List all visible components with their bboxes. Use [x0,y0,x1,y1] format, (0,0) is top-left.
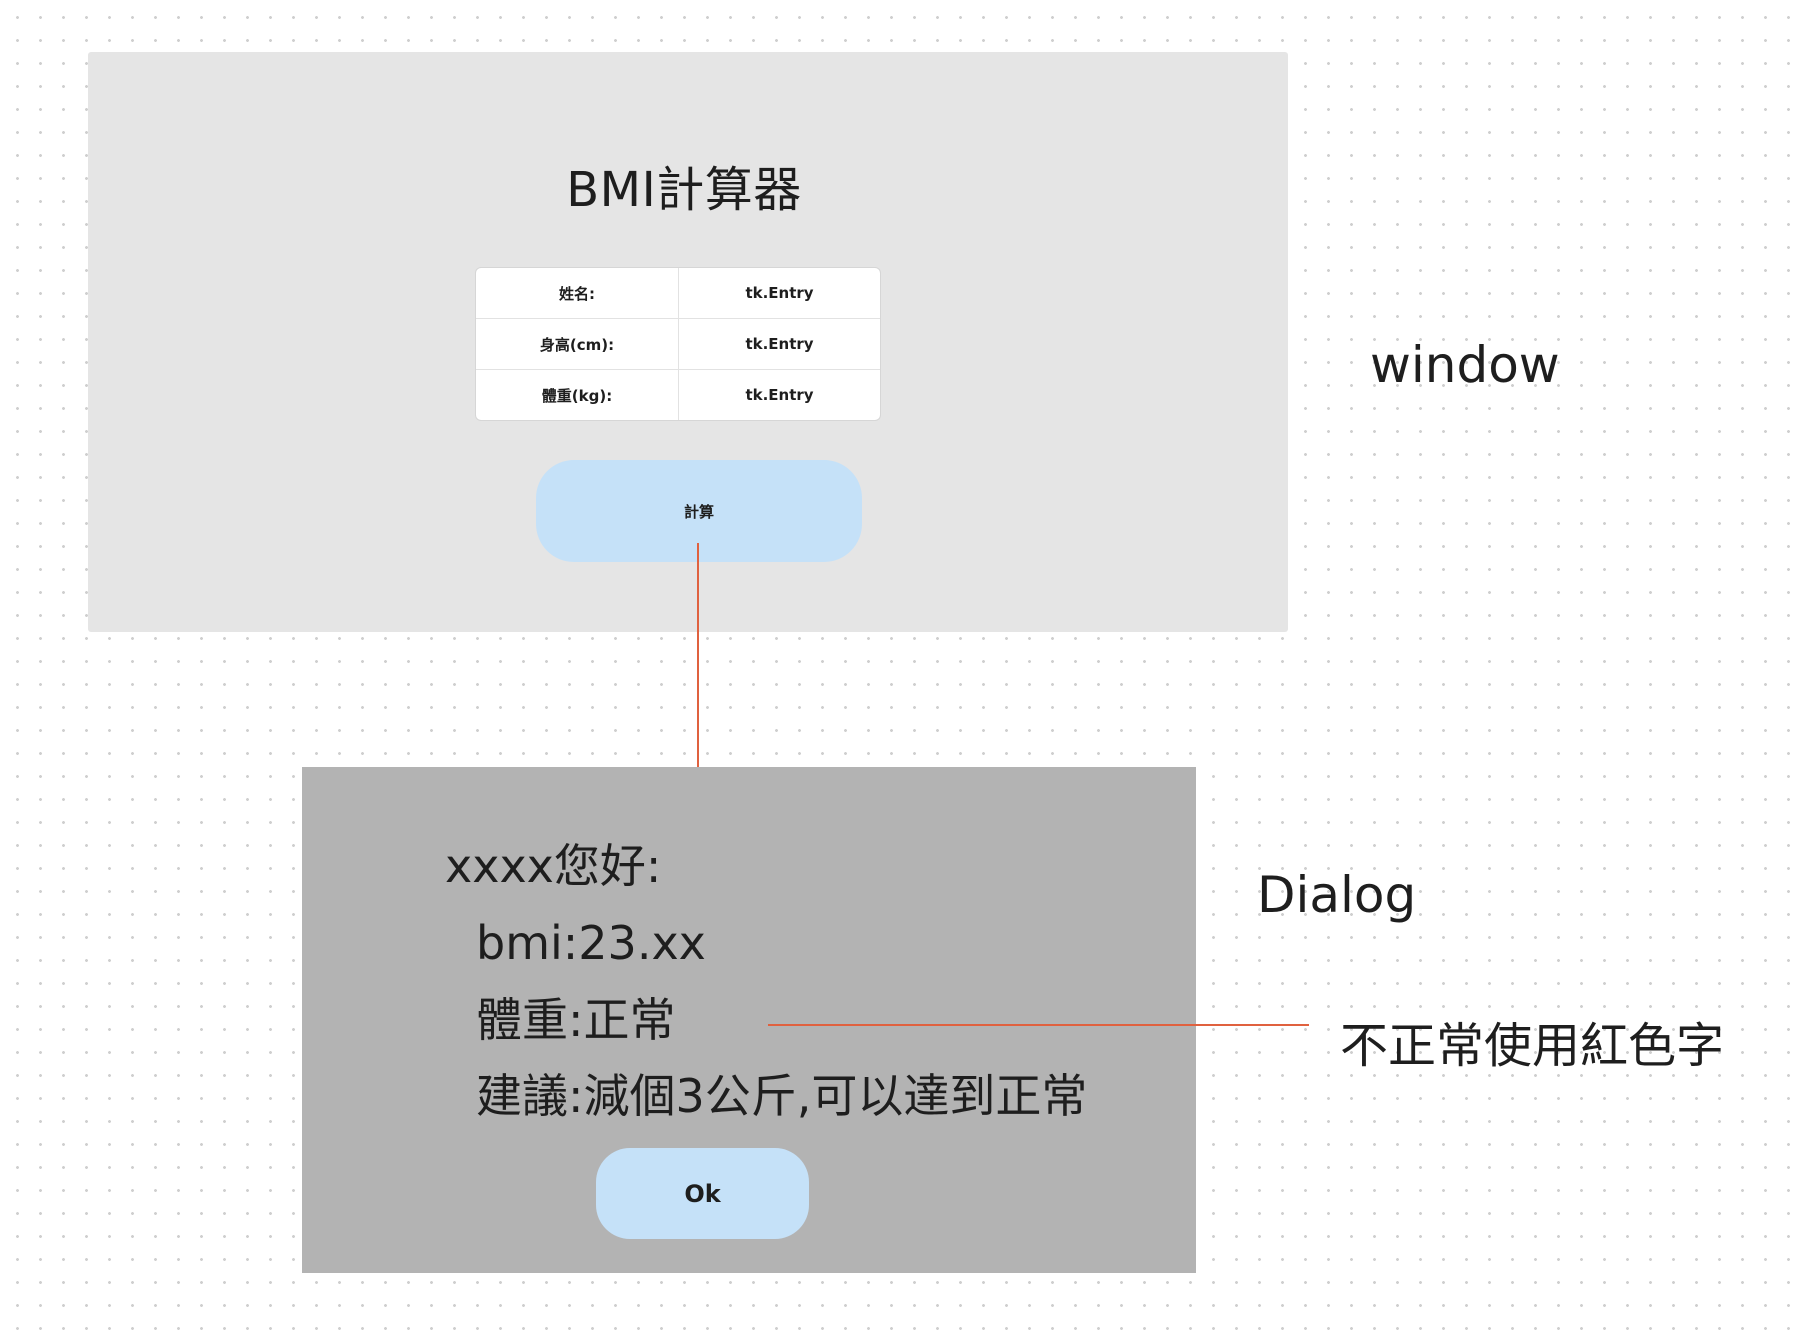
name-label: 姓名: [476,268,679,319]
weight-entry[interactable]: tk.Entry [679,370,880,420]
form-row-height: 身高(cm): tk.Entry [476,319,880,370]
form-row-weight: 體重(kg): tk.Entry [476,370,880,420]
height-label: 身高(cm): [476,319,679,370]
dialog-bmi-value: bmi:23.xx [476,916,706,970]
dialog-annotation: Dialog [1257,866,1417,924]
name-entry[interactable]: tk.Entry [679,268,880,319]
dialog-weight-status: 體重:正常 [476,993,676,1047]
main-window: BMI計算器 姓名: tk.Entry 身高(cm): tk.Entry 體重(… [88,52,1288,632]
input-form-table: 姓名: tk.Entry 身高(cm): tk.Entry 體重(kg): tk… [475,267,881,421]
window-annotation: window [1370,336,1560,394]
abnormal-color-note: 不正常使用紅色字 [1340,1018,1725,1074]
result-dialog: xxxx您好: bmi:23.xx 體重:正常 建議:減個3公斤,可以達到正常 … [302,767,1196,1273]
app-title: BMI計算器 [566,162,802,218]
height-entry[interactable]: tk.Entry [679,319,880,370]
form-row-name: 姓名: tk.Entry [476,268,880,319]
calculate-button[interactable]: 計算 [536,460,862,562]
dialog-advice: 建議:減個3公斤,可以達到正常 [476,1069,1088,1123]
dialog-greeting: xxxx您好: [445,839,662,893]
ok-button[interactable]: Ok [596,1148,809,1239]
weight-label: 體重(kg): [476,370,679,420]
